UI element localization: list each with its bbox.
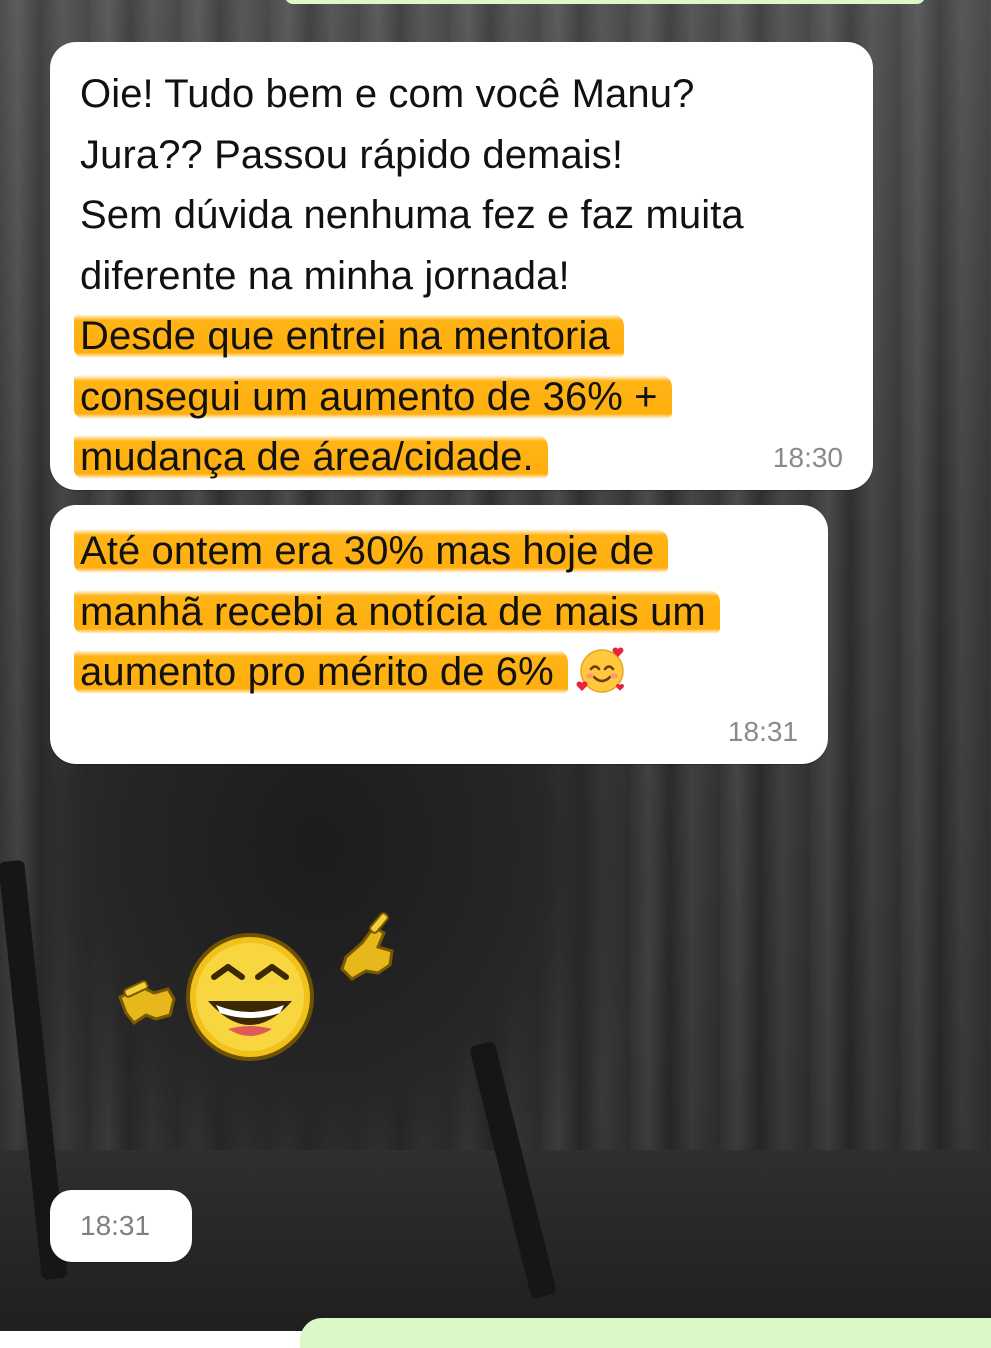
message-text: Oie! Tudo bem e com você Manu? Jura?? Pa…: [74, 64, 843, 488]
outgoing-bubble-edge: [285, 0, 925, 4]
pointing-hand-icon: [118, 980, 176, 1026]
highlighted-line: aumento pro mérito de 6%: [74, 650, 568, 694]
message-timestamp: 18:30: [772, 442, 843, 473]
outgoing-bubble-edge: [300, 1318, 991, 1348]
highlighted-line: Até ontem era 30% mas hoje de: [74, 529, 669, 573]
message-line: Jura?? Passou rápido demais!: [80, 132, 624, 177]
incoming-message-bubble[interactable]: Até ontem era 30% mas hoje de manhã rece…: [50, 505, 828, 764]
highlighted-line: consegui um aumento de 36% +: [74, 374, 672, 419]
smiling-face-with-hearts-icon: [576, 647, 624, 693]
pointing-hand-icon: [340, 912, 394, 981]
message-line: Oie! Tudo bem e com você Manu?: [80, 72, 695, 116]
laughing-pointing-smiley-sticker[interactable]: [110, 905, 420, 1075]
sticker-timestamp-bubble: 18:31: [50, 1190, 192, 1262]
message-line: diferente na minha jornada!: [80, 253, 570, 298]
highlighted-line: manhã recebi a notícia de mais um: [74, 589, 720, 634]
message-timestamp: 18:31: [80, 1210, 151, 1241]
incoming-message-bubble[interactable]: Oie! Tudo bem e com você Manu? Jura?? Pa…: [50, 42, 873, 490]
highlighted-line: mudança de área/cidade.: [74, 435, 548, 479]
highlighted-line: Desde que entrei na mentoria: [74, 314, 624, 358]
message-text: Até ontem era 30% mas hoje de manhã rece…: [74, 521, 798, 703]
laughing-face-icon: [186, 933, 314, 1061]
message-line: Sem dúvida nenhuma fez e faz muita: [80, 193, 744, 237]
message-timestamp: 18:31: [727, 716, 798, 747]
